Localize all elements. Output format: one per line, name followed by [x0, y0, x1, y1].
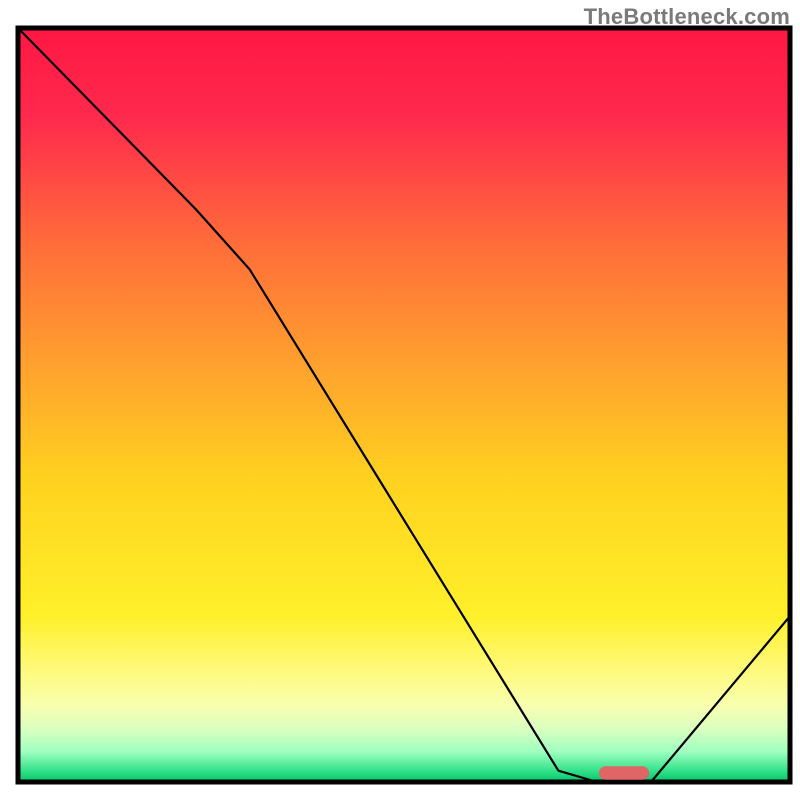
watermark-text: TheBottleneck.com [584, 4, 790, 30]
bottleneck-chart: TheBottleneck.com [0, 0, 800, 800]
optimal-marker [599, 766, 649, 780]
plot-area [18, 28, 790, 782]
chart-svg [0, 0, 800, 800]
chart-background [18, 28, 790, 782]
